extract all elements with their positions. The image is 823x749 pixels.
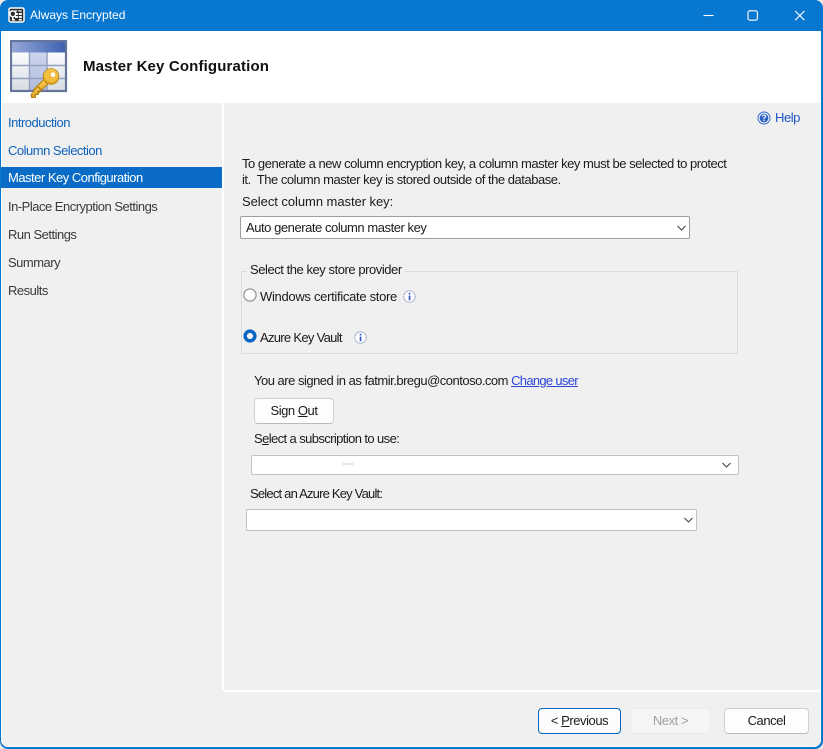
svg-text:?: ?	[761, 113, 767, 123]
